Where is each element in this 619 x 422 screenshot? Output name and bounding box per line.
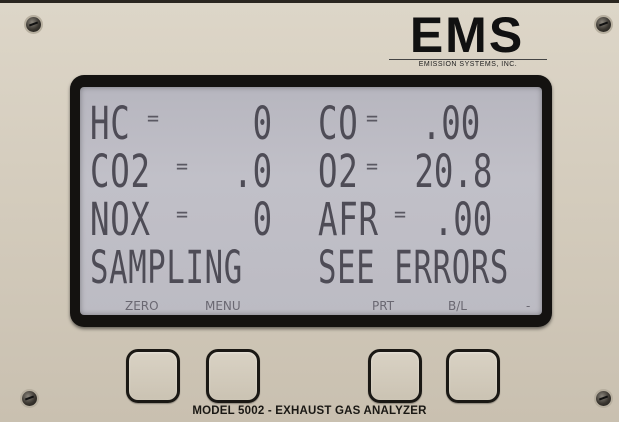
print-button[interactable]: [368, 349, 422, 403]
co-value: .00: [421, 97, 480, 150]
backlight-button[interactable]: [446, 349, 500, 403]
nox-value: 0: [252, 193, 272, 246]
co-equals: =: [366, 106, 379, 130]
status-sampling: SAMPLING: [90, 241, 243, 294]
softkey-label-backlight: B/L: [448, 299, 467, 313]
nox-label: NOX: [90, 193, 151, 246]
status-see-errors: SEE ERRORS: [318, 241, 510, 294]
o2-label: O2: [318, 145, 359, 198]
afr-value: .00: [433, 193, 492, 246]
model-label: MODEL 5002 - EXHAUST GAS ANALYZER: [192, 405, 427, 417]
hc-value: 0: [252, 97, 272, 150]
co2-label: CO2: [90, 145, 151, 198]
screw-bottom-right-icon: [596, 391, 611, 406]
zero-button[interactable]: [126, 349, 180, 403]
afr-label: AFR: [318, 193, 379, 246]
softkey-label-zero: ZERO: [125, 299, 159, 313]
co2-equals: =: [176, 154, 189, 178]
logo-text: EMS: [409, 7, 525, 63]
screw-bottom-left-icon: [22, 391, 37, 406]
o2-value: 20.8: [413, 145, 492, 198]
screw-top-right-icon: [596, 17, 611, 32]
hc-equals: =: [147, 106, 160, 130]
hc-label: HC: [90, 97, 131, 150]
softkey-label-extra: -: [526, 299, 531, 313]
nox-equals: =: [176, 202, 189, 226]
menu-button[interactable]: [206, 349, 260, 403]
softkey-label-prt: PRT: [372, 299, 395, 313]
softkey-label-menu: MENU: [205, 299, 241, 313]
co2-value: .0: [232, 145, 272, 198]
co-label: CO: [318, 97, 359, 150]
ems-logo: EMS EMISSION SYSTEMS, INC.: [387, 7, 547, 71]
analyzer-front-panel: EMS EMISSION SYSTEMS, INC. HC = 0 CO = .…: [0, 0, 619, 422]
logo-subtitle: EMISSION SYSTEMS, INC.: [389, 59, 547, 68]
screw-top-left-icon: [26, 17, 41, 32]
afr-equals: =: [394, 202, 407, 226]
lcd-display: HC = 0 CO = .00 CO2 = .0 O2 = 20.8 NOX =…: [80, 87, 542, 315]
o2-equals: =: [366, 154, 379, 178]
